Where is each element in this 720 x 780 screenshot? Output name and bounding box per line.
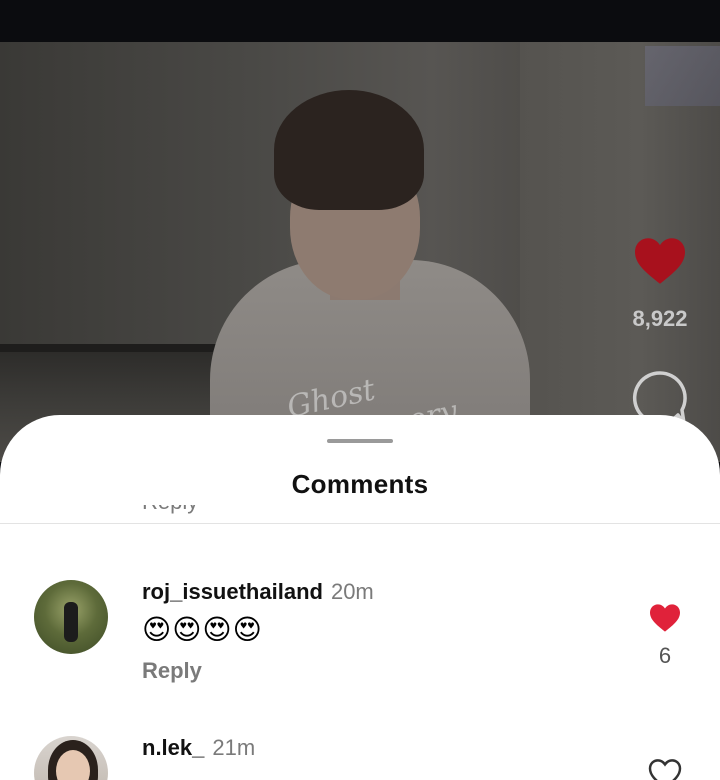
comment-author[interactable]: n.lek_ 21m [142, 735, 255, 761]
comment-username[interactable]: n.lek_ [142, 735, 204, 760]
comment-username[interactable]: roj_issuethailand [142, 579, 323, 604]
avatar-figure [64, 602, 78, 642]
avatar[interactable] [34, 736, 108, 780]
comment-time: 20m [330, 579, 374, 604]
video-player[interactable]: Ghost In memory [0, 42, 720, 462]
sheet-drag-handle[interactable] [327, 439, 393, 443]
header-divider [0, 523, 720, 524]
comment-like-count: 6 [658, 643, 672, 668]
comments-sheet: Comments Reply roj_issuethailand 20m 😍😍😍😍… [0, 415, 720, 780]
video-person-hair [274, 90, 424, 210]
comment-time: 21m [212, 735, 256, 760]
reply-button[interactable]: Reply [142, 658, 202, 684]
comments-title: Comments [291, 469, 429, 499]
video-wall-picture [645, 46, 720, 106]
status-bar [0, 0, 720, 42]
avatar[interactable] [34, 580, 108, 654]
video-like-icon[interactable] [632, 236, 688, 286]
comment-like-icon[interactable] [648, 759, 682, 780]
comment-text: 😍😍😍😍 [142, 614, 263, 645]
comment-like-icon[interactable] [648, 603, 682, 633]
video-like-count: 8,922 [632, 306, 688, 331]
clipped-reply-link[interactable]: Reply [142, 505, 198, 523]
comment-author[interactable]: roj_issuethailand 20m [142, 579, 374, 605]
